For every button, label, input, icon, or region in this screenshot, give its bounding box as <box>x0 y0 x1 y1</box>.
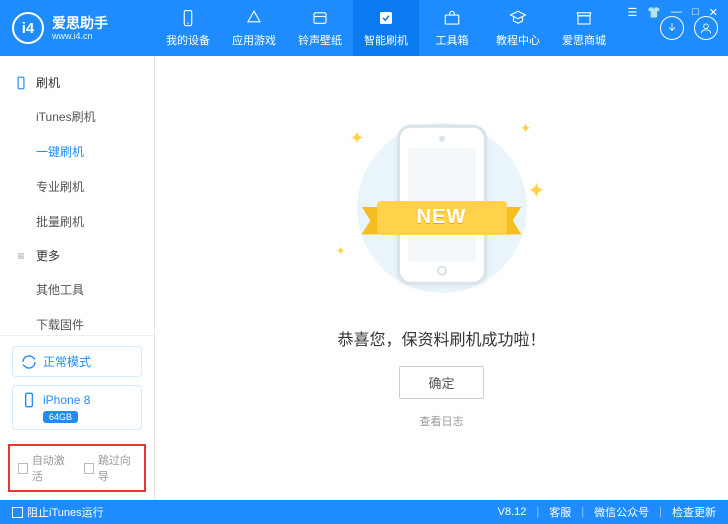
tab-label: 铃声壁纸 <box>298 32 342 48</box>
sidebar-item-batch-flash[interactable]: 批量刷机 <box>0 204 154 239</box>
sidebar-item-itunes-flash[interactable]: iTunes刷机 <box>0 99 154 134</box>
sidebar: 刷机 iTunes刷机 一键刷机 专业刷机 批量刷机 ≡ 更多 其他工具 下载固… <box>0 56 155 500</box>
app-subtitle: www.i4.cn <box>52 31 108 41</box>
block-itunes-checkbox[interactable]: 阻止iTunes运行 <box>12 504 104 520</box>
group-label: 刷机 <box>36 74 60 91</box>
storage-badge: 64GB <box>43 411 78 423</box>
tab-ringtone[interactable]: 铃声壁纸 <box>287 0 353 56</box>
tab-flash[interactable]: 智能刷机 <box>353 0 419 56</box>
tab-toolbox[interactable]: 工具箱 <box>419 0 485 56</box>
ok-button[interactable]: 确定 <box>399 366 483 399</box>
sparkle-icon: ✦ <box>520 120 532 137</box>
app-title: 爱思助手 <box>52 15 108 31</box>
check-update-link[interactable]: 检查更新 <box>672 504 716 520</box>
skin-icon[interactable]: 👕 <box>645 4 663 21</box>
menu-icon[interactable]: ☰ <box>626 4 640 21</box>
tutorial-icon <box>508 8 528 28</box>
tab-label: 智能刷机 <box>364 32 408 48</box>
tab-apps[interactable]: 应用游戏 <box>221 0 287 56</box>
main-content: ✦ ✦ ✦ ✦ NEW 恭喜您，保资料刷机成功啦！ 确定 查看日志 <box>155 56 728 500</box>
sidebar-item-pro-flash[interactable]: 专业刷机 <box>0 169 154 204</box>
support-link[interactable]: 客服 <box>549 504 571 520</box>
success-illustration: ✦ ✦ ✦ ✦ NEW <box>332 108 552 308</box>
sparkle-icon: ✦ <box>527 178 545 204</box>
tab-label: 我的设备 <box>166 32 210 48</box>
tab-tutorial[interactable]: 教程中心 <box>485 0 551 56</box>
tab-label: 教程中心 <box>496 32 540 48</box>
toolbox-icon <box>442 8 462 28</box>
options-highlight: 自动激活 跳过向导 <box>8 444 146 492</box>
mode-selector[interactable]: 正常模式 <box>12 346 142 377</box>
wechat-link[interactable]: 微信公众号 <box>594 504 649 520</box>
group-label: 更多 <box>36 247 60 264</box>
ringtone-icon <box>310 8 330 28</box>
close-icon[interactable]: ✕ <box>707 4 720 21</box>
mode-label: 正常模式 <box>43 353 91 370</box>
tab-store[interactable]: 爱思商城 <box>551 0 617 56</box>
phone-icon <box>178 8 198 28</box>
main-tabs: 我的设备 应用游戏 铃声壁纸 智能刷机 工具箱 教程中心 爱思商城 <box>155 0 617 56</box>
refresh-icon <box>21 354 37 370</box>
ribbon-text: NEW <box>377 201 507 235</box>
sidebar-item-other-tools[interactable]: 其他工具 <box>0 272 154 307</box>
sparkle-icon: ✦ <box>336 244 346 258</box>
auto-activate-checkbox[interactable]: 自动激活 <box>18 452 70 484</box>
flash-icon <box>376 8 396 28</box>
view-log-link[interactable]: 查看日志 <box>420 413 464 429</box>
header: i4 爱思助手 www.i4.cn 我的设备 应用游戏 铃声壁纸 智能刷机 工具… <box>0 0 728 56</box>
tab-label: 应用游戏 <box>232 32 276 48</box>
phone-icon <box>21 392 37 408</box>
phone-icon <box>14 76 28 90</box>
logo-icon: i4 <box>12 12 44 44</box>
sparkle-icon: ✦ <box>350 128 365 149</box>
tab-my-device[interactable]: 我的设备 <box>155 0 221 56</box>
checkbox-label: 自动激活 <box>32 452 70 484</box>
sidebar-item-download-firmware[interactable]: 下载固件 <box>0 307 154 335</box>
device-selector[interactable]: iPhone 8 64GB <box>12 385 142 430</box>
menu-icon: ≡ <box>14 249 28 263</box>
minimize-icon[interactable]: — <box>669 4 684 21</box>
sidebar-group-more[interactable]: ≡ 更多 <box>0 239 154 272</box>
maximize-icon[interactable]: □ <box>690 4 701 21</box>
version-label: V8.12 <box>498 506 527 518</box>
logo[interactable]: i4 爱思助手 www.i4.cn <box>0 12 155 44</box>
checkbox-label: 阻止iTunes运行 <box>27 504 104 520</box>
tab-label: 爱思商城 <box>562 32 606 48</box>
window-controls: ☰ 👕 — □ ✕ <box>626 4 720 21</box>
success-message: 恭喜您，保资料刷机成功啦！ <box>337 326 545 350</box>
footer: 阻止iTunes运行 V8.12 | 客服 | 微信公众号 | 检查更新 <box>0 500 728 524</box>
checkbox-label: 跳过向导 <box>98 452 136 484</box>
apps-icon <box>244 8 264 28</box>
store-icon <box>574 8 594 28</box>
tab-label: 工具箱 <box>436 32 469 48</box>
new-ribbon: NEW <box>362 193 522 243</box>
sidebar-item-oneclick-flash[interactable]: 一键刷机 <box>0 134 154 169</box>
device-name: iPhone 8 <box>43 393 90 407</box>
skip-wizard-checkbox[interactable]: 跳过向导 <box>84 452 136 484</box>
sidebar-group-flash[interactable]: 刷机 <box>0 66 154 99</box>
